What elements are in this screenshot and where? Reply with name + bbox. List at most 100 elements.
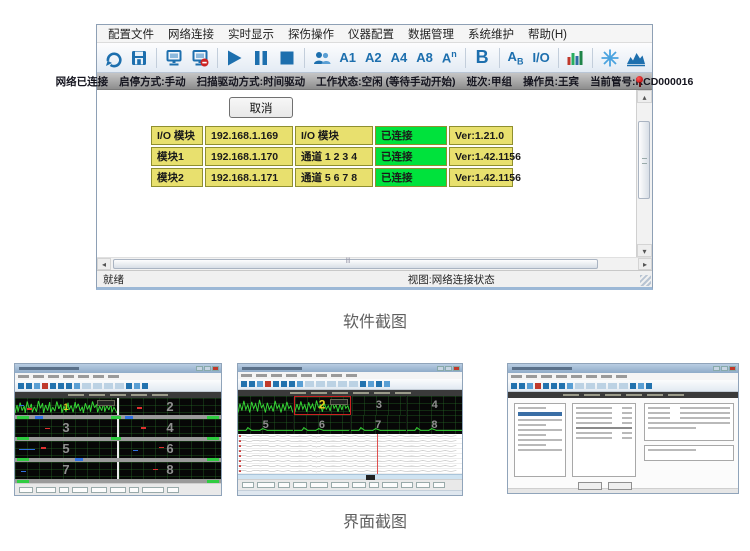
view-a1-button[interactable]: A1 <box>336 50 359 65</box>
mini-title-bar <box>15 364 221 373</box>
menu-realtime-display[interactable]: 实时显示 <box>221 26 281 42</box>
view-b-button[interactable]: B <box>471 47 494 68</box>
view-status: 视图:网络连接状态 <box>408 272 495 287</box>
ascan-panel-5: 5 <box>238 415 293 434</box>
table-row[interactable]: I/O 模块 192.168.1.169 I/O 模块 已连接 Ver:1.21… <box>151 126 515 145</box>
vertical-scroll-track[interactable] <box>637 103 652 244</box>
info-label <box>648 417 670 419</box>
module-channel-cell: I/O 模块 <box>295 126 373 145</box>
scroll-down-arrow[interactable]: ▾ <box>637 244 652 257</box>
view-a8-button[interactable]: A8 <box>413 50 436 65</box>
ruler-row <box>238 474 462 479</box>
maximize-icon <box>721 366 728 371</box>
bar-chart-icon[interactable] <box>564 46 587 70</box>
mountain-wave-icon[interactable] <box>625 46 648 70</box>
ruler-marker <box>366 475 375 480</box>
horizontal-scroll-track[interactable] <box>111 258 638 270</box>
table-row[interactable]: 模块2 192.168.1.171 通道 5 6 7 8 已连接 Ver:1.4… <box>151 168 515 187</box>
channel-panel-8: 8 <box>119 462 221 479</box>
tree-item <box>518 439 562 441</box>
strip-chart-area <box>238 434 462 474</box>
tree-item <box>518 424 546 426</box>
channel-number: 5 <box>238 418 293 430</box>
menu-data-management[interactable]: 数据管理 <box>401 26 461 42</box>
interface-screenshot-caption: 界面截图 <box>0 508 750 532</box>
channel-number: 7 <box>15 463 117 478</box>
scroll-up-arrow[interactable]: ▴ <box>637 90 652 103</box>
users-icon[interactable] <box>310 46 333 70</box>
view-an-button[interactable]: An <box>439 49 460 65</box>
vertical-scroll-thumb[interactable] <box>638 121 650 199</box>
maximize-icon <box>204 366 211 371</box>
save-icon[interactable] <box>127 46 150 70</box>
vertical-scrollbar[interactable]: ▴ ▾ <box>637 90 652 257</box>
tree-item <box>518 407 546 409</box>
minimize-icon <box>713 366 720 371</box>
stop-icon[interactable] <box>276 46 299 70</box>
resize-grip[interactable] <box>640 275 651 286</box>
info-value <box>680 407 730 409</box>
channel-panel-7: 7 <box>15 462 117 479</box>
page: 配置文件 网络连接 实时显示 探伤操作 仪器配置 数据管理 系统维护 帮助(H) <box>0 0 750 551</box>
open-icon[interactable] <box>101 46 124 70</box>
menu-system-maintenance[interactable]: 系统维护 <box>461 26 521 42</box>
menu-instrument-config[interactable]: 仪器配置 <box>341 26 401 42</box>
snowflake-icon[interactable] <box>598 46 621 70</box>
pause-icon[interactable] <box>249 46 272 70</box>
mini-window-buttons <box>196 366 219 371</box>
menu-network[interactable]: 网络连接 <box>161 26 221 42</box>
channel-grid: 1 2 3 4 <box>15 398 221 483</box>
view-ab-button[interactable]: AB <box>505 49 527 67</box>
network-status-view: 取消 I/O 模块 192.168.1.169 I/O 模块 已连接 Ver:1… <box>97 90 637 257</box>
menu-config-file[interactable]: 配置文件 <box>101 26 161 42</box>
view-a4-button[interactable]: A4 <box>388 50 411 65</box>
form-label <box>576 437 612 439</box>
mini-menu-bar <box>15 373 221 380</box>
view-an-base: A <box>442 51 451 66</box>
network-disconnect-icon[interactable] <box>188 46 211 70</box>
cancel-button[interactable]: 取消 <box>229 97 293 118</box>
mini-window-buttons <box>713 366 736 371</box>
module-version-cell: Ver:1.42.1156 <box>449 147 513 166</box>
view-io-button[interactable]: I/O <box>529 50 552 65</box>
toolbar-separator <box>304 48 305 68</box>
start-icon[interactable] <box>223 46 246 70</box>
config-tree-panel <box>514 403 566 477</box>
horizontal-scrollbar[interactable]: ◂ ▸ <box>97 257 652 270</box>
form-label <box>576 432 612 434</box>
form-label <box>576 407 612 409</box>
ascan-panel-6: 6 <box>294 415 349 434</box>
pin-icon[interactable] <box>636 76 643 83</box>
scroll-right-arrow[interactable]: ▸ <box>638 258 652 270</box>
minimize-icon <box>437 366 444 371</box>
interface-screenshot-channels: 1 2 3 4 <box>14 363 222 496</box>
scan-drive-mode: 扫描驱动方式:时间驱动 <box>197 74 306 89</box>
ascan-panel-3: 3 <box>352 396 407 415</box>
channel-number: 2 <box>119 399 221 414</box>
menu-flaw-detection[interactable]: 探伤操作 <box>281 26 341 42</box>
form-value <box>622 422 632 424</box>
channel-divider-bar <box>15 479 221 483</box>
mini-control-bar <box>238 479 462 490</box>
module-ip-cell: 192.168.1.170 <box>205 147 293 166</box>
gate-marker-icon <box>21 471 26 473</box>
scroll-left-arrow[interactable]: ◂ <box>97 258 111 270</box>
channel-number: 3 <box>15 420 117 435</box>
module-status-cell: 已连接 <box>375 168 447 187</box>
interface-screenshot-stripchart: 2 3 4 5 6 7 8 <box>237 363 463 496</box>
menu-help[interactable]: 帮助(H) <box>521 26 574 42</box>
config-confirm-button <box>578 482 602 490</box>
network-connect-icon[interactable] <box>162 46 185 70</box>
info-note <box>648 422 730 424</box>
horizontal-scroll-thumb[interactable] <box>113 259 598 269</box>
info-label <box>648 412 670 414</box>
gate-marker-icon <box>41 447 46 449</box>
table-row[interactable]: 模块1 192.168.1.170 通道 1 2 3 4 已连接 Ver:1.4… <box>151 147 515 166</box>
gate-marker-icon <box>19 449 35 451</box>
info-value <box>680 417 730 419</box>
form-value <box>622 412 632 414</box>
view-a2-button[interactable]: A2 <box>362 50 385 65</box>
channel-panel-2: 2 <box>119 398 221 415</box>
mini-title-bar <box>508 364 738 373</box>
software-screenshot-window: 配置文件 网络连接 实时显示 探伤操作 仪器配置 数据管理 系统维护 帮助(H) <box>96 24 653 290</box>
